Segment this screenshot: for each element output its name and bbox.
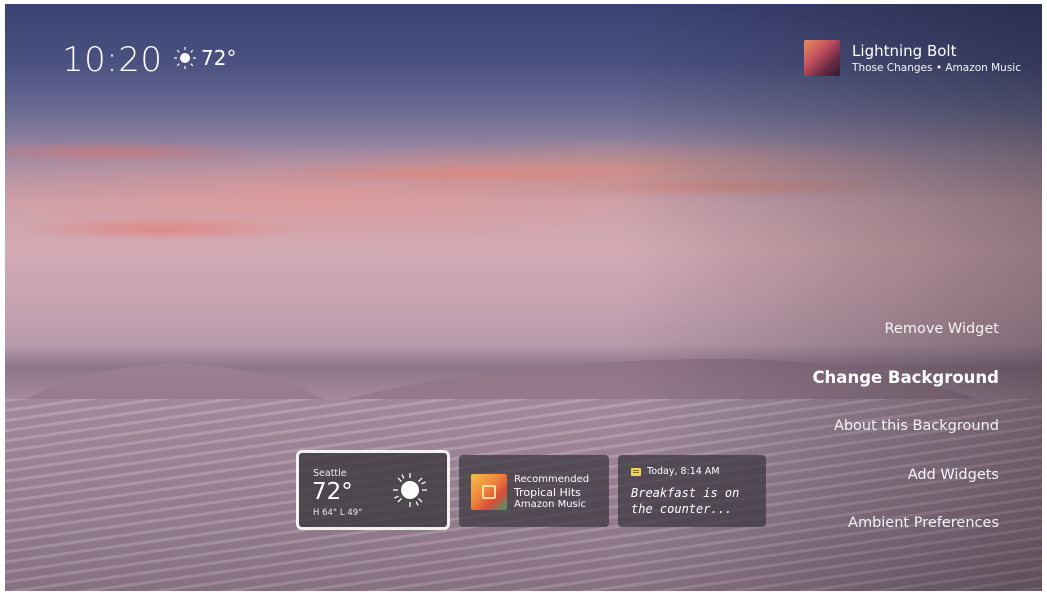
sticky-note-icon xyxy=(631,467,641,476)
note-timestamp: Today, 8:14 AM xyxy=(647,466,720,477)
music-label: Recommended xyxy=(514,474,590,485)
music-source: Amazon Music xyxy=(514,499,587,510)
menu-item-about-background[interactable]: About this Background xyxy=(812,415,999,464)
sun-icon xyxy=(174,47,196,69)
menu-item-remove-widget[interactable]: Remove Widget xyxy=(812,318,999,367)
header-weather: 72° xyxy=(173,46,236,70)
header-temperature: 72° xyxy=(201,46,237,70)
now-playing-subtitle: Those Changes • Amazon Music xyxy=(852,62,1021,74)
now-playing[interactable]: Lightning Bolt Those Changes • Amazon Mu… xyxy=(804,40,1021,76)
now-playing-title: Lightning Bolt xyxy=(852,42,957,60)
widget-row: Seattle 72° H 64° L 49° Recommended Trop xyxy=(296,450,766,530)
ambient-screen: 10:20 72° Lightning Bolt Those Changes •… xyxy=(5,4,1042,591)
note-text: Breakfast is on the counter... xyxy=(631,486,740,516)
playlist-art xyxy=(471,474,507,510)
weather-city: Seattle xyxy=(313,468,347,479)
note-widget[interactable]: Today, 8:14 AM Breakfast is on the count… xyxy=(618,455,766,527)
menu-item-ambient-preferences[interactable]: Ambient Preferences xyxy=(812,512,999,561)
sun-icon xyxy=(393,473,427,507)
music-title: Tropical Hits xyxy=(514,485,581,499)
weather-widget[interactable]: Seattle 72° H 64° L 49° xyxy=(296,450,450,530)
menu-item-add-widgets[interactable]: Add Widgets xyxy=(812,464,999,513)
music-widget[interactable]: Recommended Tropical Hits Amazon Music xyxy=(459,455,609,527)
clock: 10:20 xyxy=(62,40,163,80)
album-art xyxy=(804,40,841,76)
menu-item-change-background[interactable]: Change Background xyxy=(812,367,999,416)
weather-high-low: H 64° L 49° xyxy=(313,508,363,518)
weather-temperature: 72° xyxy=(312,479,353,505)
options-menu: Remove Widget Change Background About th… xyxy=(812,318,999,561)
